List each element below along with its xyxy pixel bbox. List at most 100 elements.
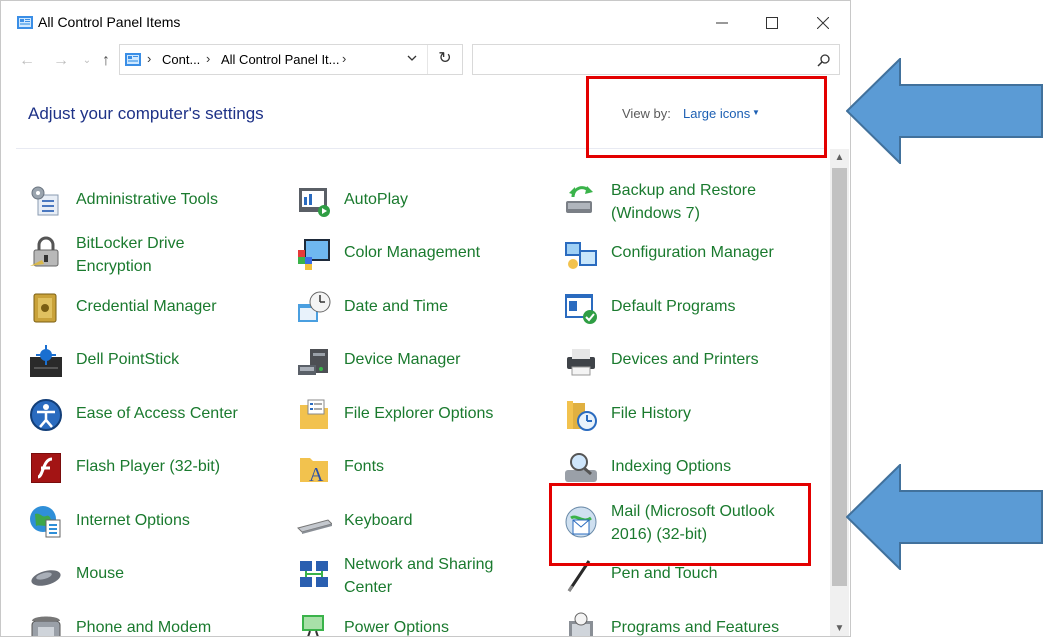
control-panel-item[interactable]: Ease of Access Center — [28, 397, 278, 447]
control-panel-item[interactable]: Internet Options — [28, 504, 278, 554]
control-panel-item[interactable]: Network and Sharing Center — [296, 556, 546, 607]
up-arrow-icon[interactable]: ↑ — [98, 53, 114, 69]
item-label: Date and Time — [344, 298, 449, 315]
minimize-icon — [716, 22, 728, 24]
item-label: Indexing Options — [611, 458, 732, 475]
control-panel-item[interactable]: File Explorer Options — [296, 397, 546, 447]
devices-printers-icon — [567, 349, 595, 376]
scroll-down-arrow-icon[interactable]: ▼ — [830, 620, 849, 636]
control-panel-item[interactable]: Default Programs — [563, 290, 813, 340]
chevron-down-icon[interactable] — [406, 52, 418, 64]
minimize-button[interactable] — [699, 7, 745, 39]
control-panel-item[interactable]: Credential Manager — [28, 290, 278, 340]
item-label: AutoPlay — [344, 191, 409, 208]
control-panel-item[interactable]: File History — [563, 397, 813, 447]
network-sharing-icon — [300, 561, 328, 587]
window-title: All Control Panel Items — [38, 14, 181, 30]
item-label: File History — [611, 405, 692, 422]
mouse-icon — [31, 570, 61, 586]
configuration-manager-icon — [565, 242, 597, 269]
page-heading: Adjust your computer's settings — [28, 104, 264, 123]
administrative-tools-icon — [31, 186, 59, 216]
item-label: Backup and Restore (Windows 7) — [611, 182, 756, 222]
control-panel-item[interactable]: Color Management — [296, 236, 546, 286]
item-label: Dell PointStick — [76, 351, 180, 368]
highlight-box-view-by — [586, 76, 827, 158]
item-label: Keyboard — [344, 512, 413, 529]
file-history-icon — [567, 401, 597, 431]
search-input[interactable] — [472, 44, 840, 75]
search-icon — [817, 54, 830, 67]
control-panel-item[interactable]: AutoPlay — [296, 183, 546, 233]
item-label: Internet Options — [76, 512, 190, 529]
control-panel-item[interactable]: Configuration Manager — [563, 236, 813, 286]
item-label: Ease of Access Center — [76, 405, 238, 422]
item-label: Color Management — [344, 244, 481, 261]
item-label: Configuration Manager — [611, 244, 774, 261]
control-panel-icon — [17, 16, 33, 29]
item-label: File Explorer Options — [344, 405, 494, 422]
control-panel-item[interactable]: A Fonts — [296, 450, 546, 500]
item-label: Fonts — [344, 458, 385, 475]
control-panel-item[interactable]: BitLocker Drive Encryption — [28, 235, 278, 286]
close-button[interactable] — [800, 7, 846, 39]
internet-options-icon — [30, 506, 61, 538]
item-label: BitLocker Drive Encryption — [76, 235, 185, 275]
back-arrow-icon[interactable]: ← — [19, 53, 35, 69]
control-panel-item[interactable]: Phone and Modem — [28, 611, 278, 636]
breadcrumb-chevron-icon: › — [342, 51, 347, 66]
refresh-icon[interactable]: ↻ — [435, 49, 455, 69]
phone-modem-icon — [31, 616, 61, 636]
bitlocker-icon — [30, 236, 59, 267]
maximize-icon — [766, 17, 778, 29]
default-programs-icon — [565, 294, 597, 324]
control-panel-item[interactable]: Keyboard — [296, 504, 546, 554]
control-panel-item[interactable]: Programs and Features — [563, 611, 813, 636]
file-explorer-options-icon — [300, 399, 328, 429]
item-label: Credential Manager — [76, 298, 217, 315]
breadcrumb-chevron-icon: › — [147, 51, 152, 66]
maximize-button[interactable] — [749, 7, 795, 39]
breadcrumb-all-items[interactable]: All Control Panel It... — [221, 52, 340, 67]
item-label: Flash Player (32-bit) — [76, 458, 221, 475]
item-label: Device Manager — [344, 351, 461, 368]
svg-text:A: A — [309, 464, 324, 486]
item-label: Network and Sharing Center — [344, 556, 494, 596]
date-time-icon — [298, 291, 331, 322]
highlight-box-mail — [549, 483, 811, 566]
title-bar: All Control Panel Items — [1, 1, 850, 45]
control-panel-item[interactable]: Administrative Tools — [28, 183, 278, 233]
item-label: Mouse — [76, 565, 125, 582]
item-label: Default Programs — [611, 298, 736, 315]
item-label: Devices and Printers — [611, 351, 759, 368]
backup-restore-icon — [566, 186, 593, 213]
forward-arrow-icon[interactable]: → — [53, 53, 69, 69]
control-panel-item[interactable]: Devices and Printers — [563, 343, 813, 393]
credential-manager-icon — [33, 293, 57, 323]
control-panel-item[interactable]: Device Manager — [296, 343, 546, 393]
item-label: Phone and Modem — [76, 619, 212, 636]
dell-pointstick-icon — [30, 345, 62, 377]
control-panel-item[interactable]: Dell PointStick — [28, 343, 278, 393]
breadcrumb-chevron-icon: › — [206, 51, 211, 66]
device-manager-icon — [298, 349, 328, 375]
control-panel-item[interactable]: Date and Time — [296, 290, 546, 340]
control-panel-item[interactable]: Mouse — [28, 557, 278, 607]
recent-locations-chevron-icon[interactable]: ⌄ — [79, 53, 95, 69]
control-panel-item[interactable]: Backup and Restore (Windows 7) — [563, 182, 813, 233]
address-bar[interactable]: › Cont... › All Control Panel It... › ↻ — [119, 44, 463, 75]
item-label: Programs and Features — [611, 619, 780, 636]
item-label: Power Options — [344, 619, 449, 636]
keyboard-icon — [297, 519, 332, 534]
programs-features-icon — [569, 612, 593, 636]
control-panel-item[interactable]: Power Options — [296, 611, 546, 636]
control-panel-item[interactable]: Flash Player (32-bit) — [28, 450, 278, 500]
breadcrumb-control-panel[interactable]: Cont... — [162, 52, 200, 67]
ease-of-access-icon — [30, 399, 62, 431]
control-panel-icon — [125, 53, 141, 66]
scroll-thumb[interactable] — [832, 168, 847, 586]
color-management-icon — [298, 239, 330, 270]
close-icon — [817, 17, 829, 29]
item-label: Administrative Tools — [76, 191, 218, 208]
divider — [427, 45, 428, 74]
